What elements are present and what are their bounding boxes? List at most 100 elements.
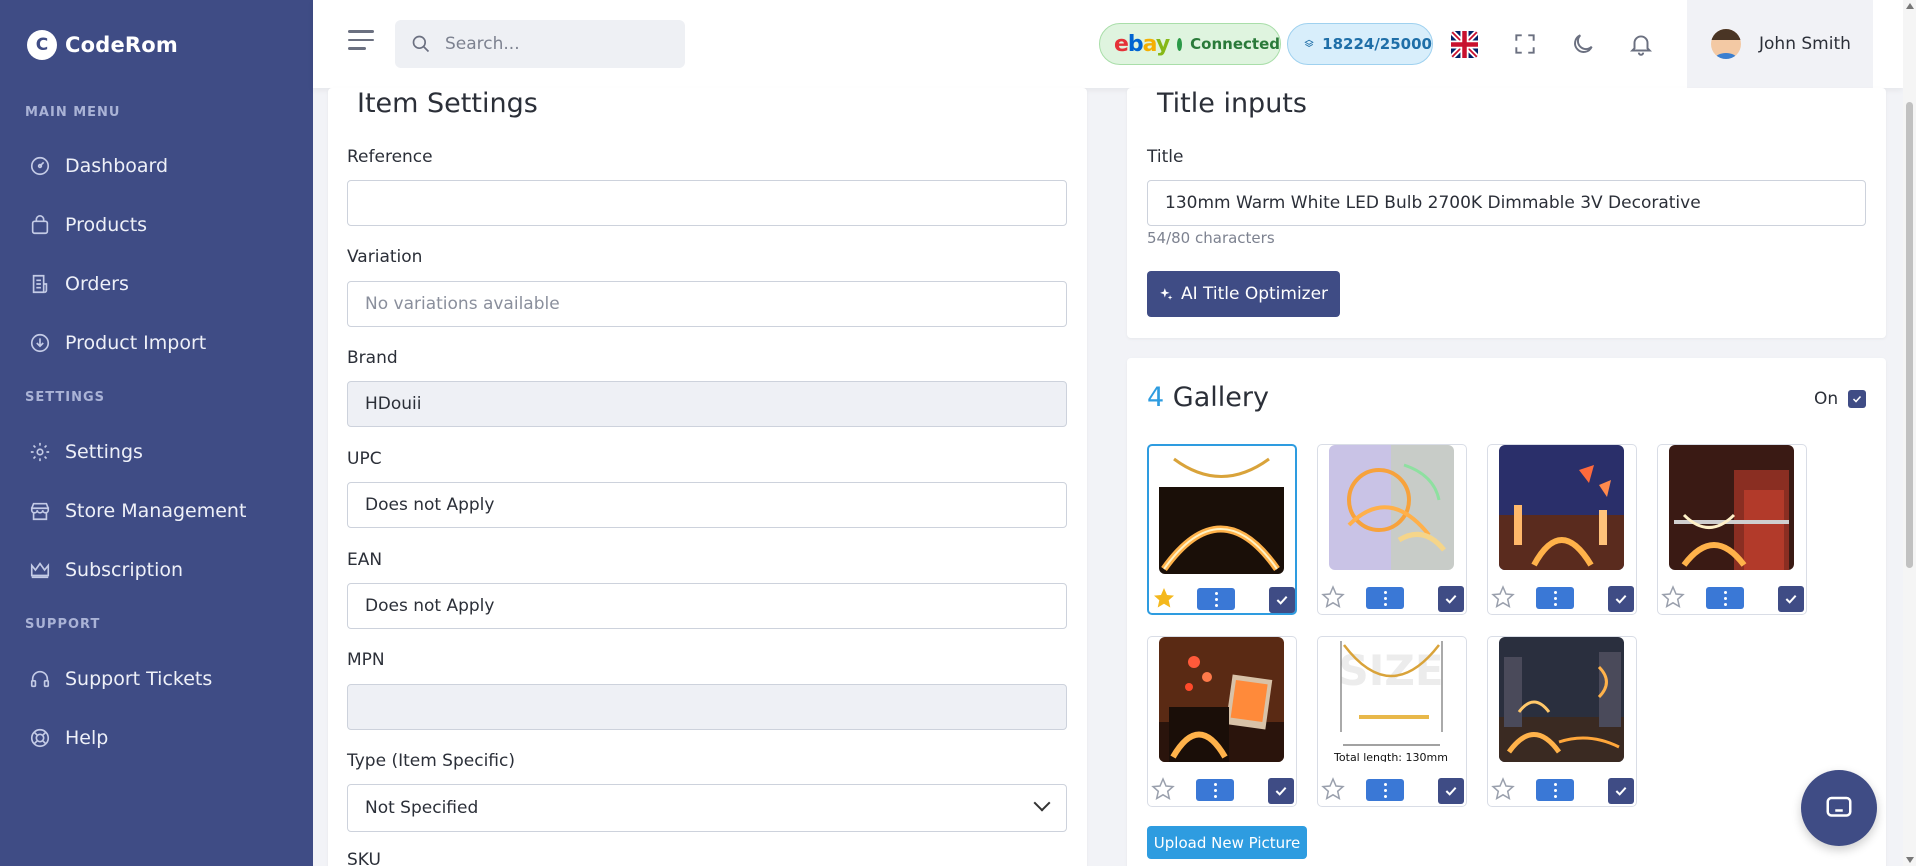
gallery-image[interactable] <box>1499 445 1624 570</box>
image-menu-button[interactable] <box>1197 588 1235 610</box>
star-filled-icon[interactable] <box>1152 586 1176 610</box>
gallery-image[interactable] <box>1669 445 1794 570</box>
menu-toggle-icon[interactable] <box>348 30 374 54</box>
scroll-up-arrow-icon[interactable] <box>1906 3 1914 9</box>
chevron-down-icon <box>1033 794 1051 812</box>
sidebar-item-subscription[interactable]: Subscription <box>29 559 183 581</box>
star-outline-icon[interactable] <box>1491 585 1515 609</box>
notification-bell-icon[interactable] <box>1628 31 1654 57</box>
gallery-image[interactable] <box>1159 637 1284 762</box>
gallery-image[interactable] <box>1159 449 1284 574</box>
chat-icon <box>1826 796 1852 817</box>
sidebar-item-label: Dashboard <box>65 155 169 177</box>
image-menu-button[interactable] <box>1366 587 1404 609</box>
credits-text: 18224/25000 <box>1322 35 1432 53</box>
dark-mode-moon-icon[interactable] <box>1570 31 1596 57</box>
type-select-value: Not Specified <box>365 798 479 818</box>
ean-input[interactable] <box>347 583 1067 629</box>
search-box[interactable] <box>395 20 685 68</box>
variation-input[interactable] <box>347 281 1067 327</box>
gallery-image[interactable] <box>1499 637 1624 762</box>
upc-input[interactable] <box>347 482 1067 528</box>
gallery-image-tile[interactable] <box>1487 444 1637 615</box>
image-menu-button[interactable] <box>1196 779 1234 801</box>
image-select-checkbox[interactable] <box>1268 778 1294 804</box>
brand-input[interactable] <box>347 381 1067 427</box>
sidebar-item-label: Subscription <box>65 559 184 581</box>
star-outline-icon[interactable] <box>1151 777 1175 801</box>
star-outline-icon[interactable] <box>1321 777 1345 801</box>
uk-flag-icon[interactable] <box>1451 31 1478 58</box>
sidebar-item-label: Help <box>65 727 109 749</box>
gallery-toggle[interactable]: On <box>1814 389 1867 409</box>
upload-new-picture-button[interactable]: Upload New Picture <box>1147 826 1307 859</box>
brand-label: Brand <box>347 348 398 368</box>
gallery-image[interactable]: SIZE Total length: 130mm <box>1329 637 1454 762</box>
sidebar-item-orders[interactable]: Orders <box>29 273 129 295</box>
image-select-checkbox[interactable] <box>1438 586 1464 612</box>
credits-pill[interactable]: 18224/25000 <box>1287 23 1433 65</box>
image-menu-button[interactable] <box>1536 779 1574 801</box>
ebay-status-pill[interactable]: ebay Connected <box>1099 23 1281 65</box>
image-select-checkbox[interactable] <box>1438 778 1464 804</box>
star-outline-icon[interactable] <box>1321 585 1345 609</box>
image-menu-button[interactable] <box>1536 587 1574 609</box>
chat-support-button[interactable] <box>1801 770 1877 846</box>
gallery-image-tile[interactable] <box>1147 636 1297 807</box>
gallery-heading: 4 Gallery <box>1147 382 1269 413</box>
gallery-card: 4 Gallery On SIZE Total length: 130mm Up… <box>1127 358 1886 866</box>
checkbox-checked-icon[interactable] <box>1848 390 1867 408</box>
title-label: Title <box>1147 147 1184 167</box>
type-select[interactable]: Not Specified <box>347 784 1067 832</box>
scroll-down-arrow-icon[interactable] <box>1906 857 1914 863</box>
page-scrollbar[interactable] <box>1903 0 1916 866</box>
status-dot-icon <box>1177 37 1183 51</box>
gallery-image-tile[interactable] <box>1317 444 1467 615</box>
image-select-checkbox[interactable] <box>1778 586 1804 612</box>
image-select-checkbox[interactable] <box>1608 778 1634 804</box>
size-watermark: SIZE <box>1338 646 1443 695</box>
sidebar-item-products[interactable]: Products <box>29 214 147 236</box>
top-header: ebay Connected 18224/25000 John Smith <box>313 0 1903 88</box>
brand-logo[interactable]: C CodeRom <box>27 30 178 60</box>
image-select-checkbox[interactable] <box>1269 587 1295 613</box>
scrollbar-thumb[interactable] <box>1906 102 1913 568</box>
gallery-image-tile[interactable] <box>1147 444 1297 615</box>
title-inputs-card: Title inputs Title 54/80 characters AI T… <box>1127 88 1886 338</box>
gallery-image[interactable] <box>1329 445 1454 570</box>
ai-title-optimizer-label: AI Title Optimizer <box>1180 284 1329 304</box>
ai-title-optimizer-button[interactable]: AI Title Optimizer <box>1147 271 1340 317</box>
sidebar-item-store-management[interactable]: Store Management <box>29 500 246 522</box>
avatar <box>1711 29 1741 59</box>
gallery-image-tile[interactable] <box>1487 636 1637 807</box>
section-support: SUPPORT <box>25 617 101 632</box>
title-char-count: 54/80 characters <box>1147 229 1275 247</box>
image-overlay-text: Total length: 130mm <box>1333 751 1448 762</box>
image-menu-button[interactable] <box>1706 587 1744 609</box>
variation-label: Variation <box>347 247 423 267</box>
sidebar-item-label: Products <box>65 214 148 236</box>
sidebar-item-support-tickets[interactable]: Support Tickets <box>29 668 212 690</box>
ean-label: EAN <box>347 550 383 570</box>
user-menu[interactable]: John Smith <box>1687 0 1873 88</box>
receipt-icon <box>32 274 48 294</box>
search-icon <box>412 35 430 53</box>
sidebar-item-help[interactable]: Help <box>29 727 108 749</box>
sidebar-item-label: Settings <box>65 441 143 463</box>
lifebuoy-icon <box>30 728 50 748</box>
star-outline-icon[interactable] <box>1661 585 1685 609</box>
reference-input[interactable] <box>347 180 1067 226</box>
image-select-checkbox[interactable] <box>1608 586 1634 612</box>
sidebar-item-dashboard[interactable]: Dashboard <box>29 155 168 177</box>
sidebar-item-product-import[interactable]: Product Import <box>29 332 206 354</box>
title-input[interactable] <box>1147 180 1866 226</box>
section-main-menu: MAIN MENU <box>25 105 121 120</box>
gallery-image-tile[interactable]: SIZE Total length: 130mm <box>1317 636 1467 807</box>
image-menu-button[interactable] <box>1366 779 1404 801</box>
mpn-input[interactable] <box>347 684 1067 730</box>
fullscreen-icon[interactable] <box>1512 31 1538 57</box>
star-outline-icon[interactable] <box>1491 777 1515 801</box>
sidebar-item-settings[interactable]: Settings <box>29 441 143 463</box>
gallery-image-tile[interactable] <box>1657 444 1807 615</box>
search-input[interactable] <box>445 34 665 54</box>
